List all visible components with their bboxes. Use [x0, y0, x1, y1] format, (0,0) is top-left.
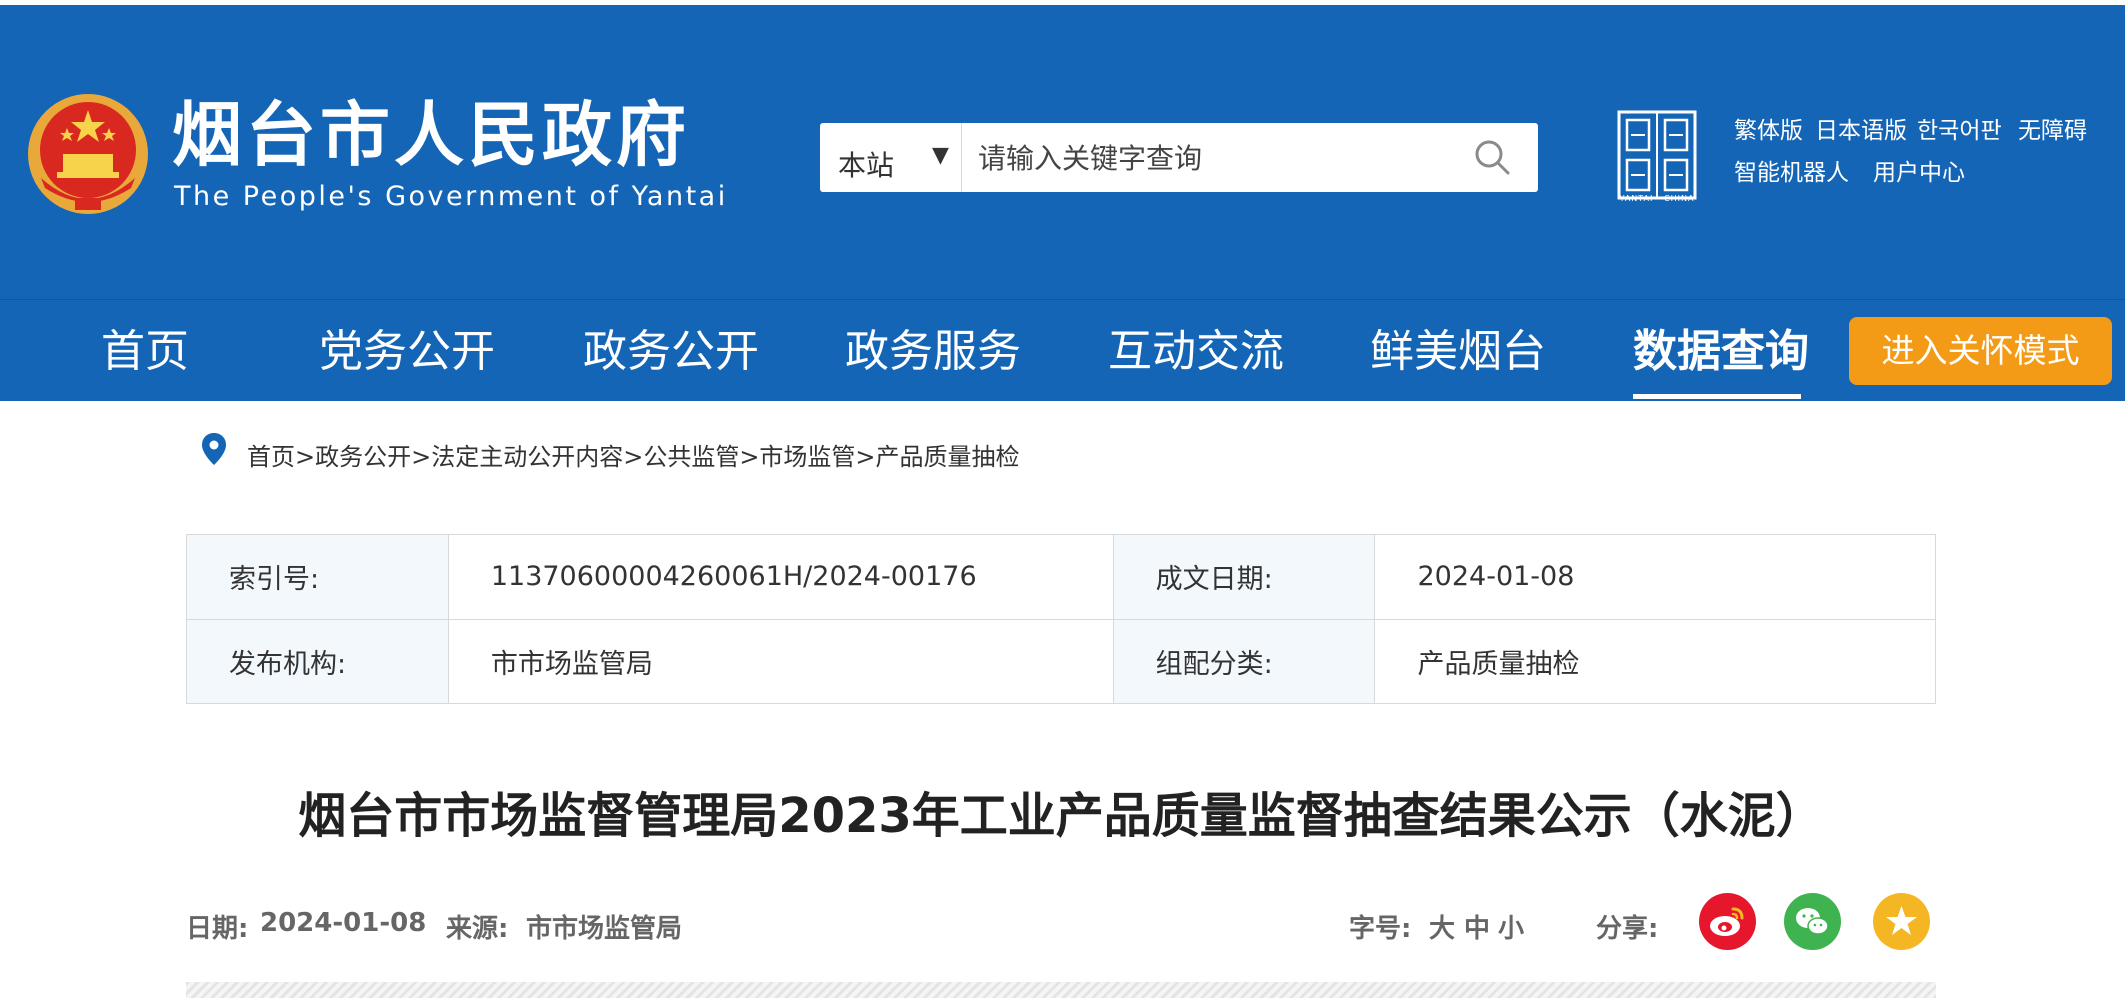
font-size-medium-button[interactable]: 中: [1464, 908, 1490, 945]
site-title: 烟台市人民政府: [172, 94, 690, 176]
publisher-value: 市市场监管局: [447, 618, 1114, 704]
care-mode-button[interactable]: 进入关怀模式: [1849, 317, 2112, 385]
publisher-label: 发布机构:: [186, 618, 449, 704]
font-size-label: 字号:: [1349, 914, 1412, 944]
index-number-label: 索引号:: [186, 534, 449, 620]
breadcrumb[interactable]: 首页>政务公开>法定主动公开内容>公共监管>市场监管>产品质量抽检: [247, 437, 1020, 472]
nav-item-party-affairs[interactable]: 党务公开: [319, 327, 495, 376]
location-pin-icon: [202, 433, 226, 465]
nav-active-indicator: [1633, 394, 1801, 399]
search-scope-select[interactable]: 本站 ▼: [820, 123, 962, 192]
nav-item-yantai[interactable]: 鲜美烟台: [1370, 327, 1546, 376]
city-logo-caption: YANTAI · CHINA: [1619, 194, 1695, 203]
index-number-value: 11370600004260061H/2024-00176: [447, 534, 1114, 620]
article-title: 烟台市市场监督管理局2023年工业产品质量监督抽查结果公示（水泥）: [298, 788, 1824, 844]
main-nav: 首页 党务公开 政务公开 政务服务 互动交流 鲜美烟台 数据查询 进入关怀模式: [0, 299, 2125, 401]
site-subtitle: The People's Government of Yantai: [174, 181, 728, 212]
link-korean[interactable]: 한국어판: [1917, 120, 2002, 143]
nav-item-data-query[interactable]: 数据查询: [1633, 327, 1809, 376]
table-row: 索引号: 11370600004260061H/2024-00176 成文日期:…: [186, 534, 1936, 620]
article-source-label: 来源:: [446, 914, 509, 944]
link-accessible[interactable]: 无障碍: [2018, 120, 2087, 143]
caret-down-icon: ▼: [932, 143, 949, 168]
site-header: 烟台市人民政府 The People's Government of Yanta…: [0, 5, 2125, 299]
favorite-star-icon[interactable]: [1873, 893, 1930, 950]
search-scope-label: 本站: [838, 149, 895, 182]
weibo-share-icon[interactable]: [1699, 893, 1756, 950]
article-date-label: 日期:: [186, 914, 249, 944]
content-divider: [186, 982, 1936, 998]
nav-item-gov-affairs[interactable]: 政务公开: [583, 327, 759, 376]
link-user-center[interactable]: 用户中心: [1873, 162, 1965, 185]
nav-item-interaction[interactable]: 互动交流: [1108, 327, 1284, 376]
font-size-large-button[interactable]: 大: [1429, 908, 1455, 945]
yantai-china-logo-icon: [1617, 110, 1697, 200]
nav-item-home[interactable]: 首页: [101, 327, 189, 376]
font-size-small-button[interactable]: 小: [1498, 908, 1524, 945]
article-source-value: 市市场监管局: [526, 914, 683, 944]
search-input[interactable]: [978, 138, 1448, 178]
creation-date-label: 成文日期:: [1112, 534, 1376, 620]
search-icon[interactable]: [1470, 135, 1514, 179]
table-row: 发布机构: 市市场监管局 组配分类: 产品质量抽检: [186, 618, 1936, 704]
national-emblem-icon: [28, 94, 148, 214]
search-bar: 本站 ▼: [820, 123, 1538, 192]
category-label: 组配分类:: [1112, 618, 1376, 704]
link-robot[interactable]: 智能机器人: [1734, 162, 1849, 185]
wechat-share-icon[interactable]: [1784, 893, 1841, 950]
article-date-value: 2024-01-08: [260, 908, 427, 938]
category-value: 产品质量抽检: [1374, 618, 1936, 704]
share-label: 分享:: [1596, 914, 1659, 944]
creation-date-value: 2024-01-08: [1374, 534, 1936, 620]
link-traditional[interactable]: 繁体版: [1734, 120, 1803, 143]
nav-item-gov-services[interactable]: 政务服务: [845, 327, 1021, 376]
document-meta-table: 索引号: 11370600004260061H/2024-00176 成文日期:…: [186, 534, 1936, 704]
link-japanese[interactable]: 日本语版: [1815, 120, 1907, 143]
